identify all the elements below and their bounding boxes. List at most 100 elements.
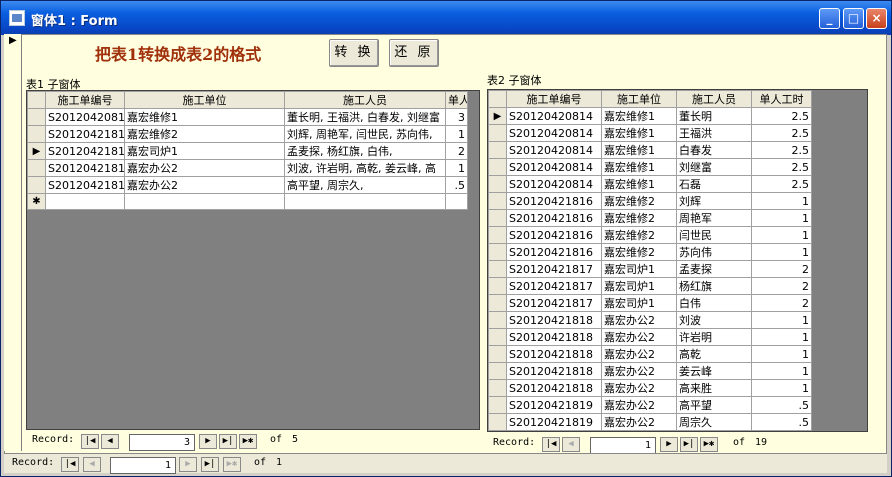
hours-cell[interactable]: 2.5 [751,141,812,159]
next-record-button[interactable]: ▶ [660,437,678,452]
row-selector[interactable] [488,328,507,346]
table-row[interactable]: S20120421816 嘉宏维修2 闫世民 1 [488,226,812,244]
record-selector[interactable]: ▶ [4,34,22,451]
order-no-cell[interactable]: S20120420814 [506,175,602,193]
staff-cell[interactable]: 姜云峰 [676,362,752,380]
column-header-unit[interactable]: 施工单位 [124,91,285,109]
hours-cell[interactable]: 1 [751,311,812,329]
next-record-button[interactable]: ▶ [199,434,217,449]
empty-cell[interactable] [45,193,125,210]
order-no-cell[interactable]: S20120421816 [506,209,602,227]
staff-cell[interactable]: 王福洪 [676,124,752,142]
staff-cell[interactable]: 孟麦探 [676,260,752,278]
order-no-cell[interactable]: S20120420814 [45,108,125,126]
order-no-cell[interactable]: S20120421817 [506,294,602,312]
unit-cell[interactable]: 嘉宏维修2 [601,243,677,261]
staff-cell[interactable]: 周宗久 [676,413,752,431]
hours-cell[interactable]: 2 [751,277,812,295]
column-header-staff[interactable]: 施工人员 [284,91,446,109]
row-selector[interactable] [488,294,507,312]
table-row[interactable]: S20120420814 嘉宏维修1 白春发 2.5 [488,141,812,159]
unit-cell[interactable]: 嘉宏维修1 [601,107,677,125]
staff-cell[interactable]: 刘继富 [676,158,752,176]
row-selector[interactable] [27,159,46,177]
staff-cell[interactable]: 董长明, 王福洪, 白春发, 刘继富 [284,108,446,126]
unit-cell[interactable]: 嘉宏司炉1 [601,277,677,295]
unit-cell[interactable]: 嘉宏维修2 [601,226,677,244]
staff-cell[interactable]: 高平望 [676,396,752,414]
subform1-datasheet[interactable]: 施工单编号 施工单位 施工人员 单人 S20120420814嘉宏维修1董长明,… [26,90,480,430]
table-row[interactable]: S20120421818 嘉宏办公2 高来胜 1 [488,379,812,397]
row-selector[interactable] [488,124,507,142]
first-record-button[interactable]: |◀ [81,434,99,449]
hours-cell[interactable]: 1 [751,345,812,363]
order-no-cell[interactable]: S20120421817 [45,142,125,160]
column-header-unit[interactable]: 施工单位 [601,90,677,108]
unit-cell[interactable]: 嘉宏司炉1 [601,294,677,312]
hours-cell[interactable]: 1 [751,226,812,244]
unit-cell[interactable]: 嘉宏维修1 [124,108,285,126]
hours-cell[interactable]: 1 [445,125,468,143]
staff-cell[interactable]: 刘辉, 周艳军, 闫世民, 苏向伟, [284,125,446,143]
new-record-button[interactable]: ▶✱ [700,437,718,452]
order-no-cell[interactable]: S20120421818 [45,159,125,177]
staff-cell[interactable]: 高来胜 [676,379,752,397]
row-selector[interactable] [27,125,46,143]
last-record-button[interactable]: ▶| [219,434,237,449]
restore-button[interactable]: 还 原 [389,39,439,67]
table-row[interactable]: S20120421816 嘉宏维修2 刘辉 1 [488,192,812,210]
row-selector[interactable] [488,192,507,210]
first-record-button[interactable]: |◀ [542,437,560,452]
convert-button[interactable]: 转 换 [329,39,379,67]
unit-cell[interactable]: 嘉宏司炉1 [601,260,677,278]
new-row[interactable]: ✱ [488,430,812,431]
empty-cell[interactable] [284,193,446,210]
unit-cell[interactable]: 嘉宏办公2 [601,362,677,380]
row-selector[interactable] [488,158,507,176]
hours-cell[interactable]: 2.5 [751,124,812,142]
hours-cell[interactable]: 2 [751,260,812,278]
staff-cell[interactable]: 董长明 [676,107,752,125]
unit-cell[interactable]: 嘉宏办公2 [124,176,285,194]
staff-cell[interactable]: 高乾 [676,345,752,363]
table-row[interactable]: S20120420814 嘉宏维修1 刘继富 2.5 [488,158,812,176]
row-selector[interactable] [488,413,507,431]
unit-cell[interactable]: 嘉宏办公2 [601,379,677,397]
table-row[interactable]: S20120421818 嘉宏办公2 刘波 1 [488,311,812,329]
staff-cell[interactable]: 石磊 [676,175,752,193]
row-selector[interactable] [488,226,507,244]
last-record-button[interactable]: ▶| [680,437,698,452]
unit-cell[interactable]: 嘉宏维修2 [124,125,285,143]
row-selector[interactable] [488,379,507,397]
order-no-cell[interactable]: S20120421818 [506,345,602,363]
hours-cell[interactable]: 2 [445,142,468,160]
hours-cell[interactable]: 3 [445,108,468,126]
row-selector[interactable] [488,396,507,414]
order-no-cell[interactable]: S20120420814 [506,124,602,142]
table-row[interactable]: S20120421816 嘉宏维修2 苏向伟 1 [488,243,812,261]
staff-cell[interactable]: 刘波, 许岩明, 高乾, 姜云峰, 高 [284,159,446,177]
close-button[interactable]: × [866,8,887,29]
hours-cell[interactable]: .5 [751,396,812,414]
unit-cell[interactable]: 嘉宏维修1 [601,175,677,193]
order-no-cell[interactable]: S20120421817 [506,277,602,295]
hours-cell[interactable]: 1 [445,159,468,177]
unit-cell[interactable]: 嘉宏维修1 [601,124,677,142]
table-row[interactable]: S20120421818 嘉宏办公2 高乾 1 [488,345,812,363]
staff-cell[interactable]: 孟麦探, 杨红旗, 白伟, [284,142,446,160]
row-selector[interactable]: ▶ [488,107,507,125]
maximize-button[interactable]: □ [843,8,864,29]
hours-cell[interactable]: .5 [445,176,468,194]
column-header-order-no[interactable]: 施工单编号 [506,90,602,108]
order-no-cell[interactable]: S20120421816 [506,226,602,244]
table-row[interactable]: S20120420814 嘉宏维修1 董长明, 王福洪, 白春发, 刘继富 3 [27,108,468,126]
new-record-button[interactable]: ▶✱ [239,434,257,449]
title-bar[interactable]: 窗体1 : Form _ □ × [1,1,891,35]
previous-record-button[interactable]: ◀ [562,437,580,452]
unit-cell[interactable]: 嘉宏办公2 [601,396,677,414]
unit-cell[interactable]: 嘉宏司炉1 [124,142,285,160]
order-no-cell[interactable]: S20120421816 [506,192,602,210]
hours-cell[interactable]: 1 [751,362,812,380]
first-record-button[interactable]: |◀ [61,457,79,472]
record-number-input[interactable]: 3 [129,434,195,451]
